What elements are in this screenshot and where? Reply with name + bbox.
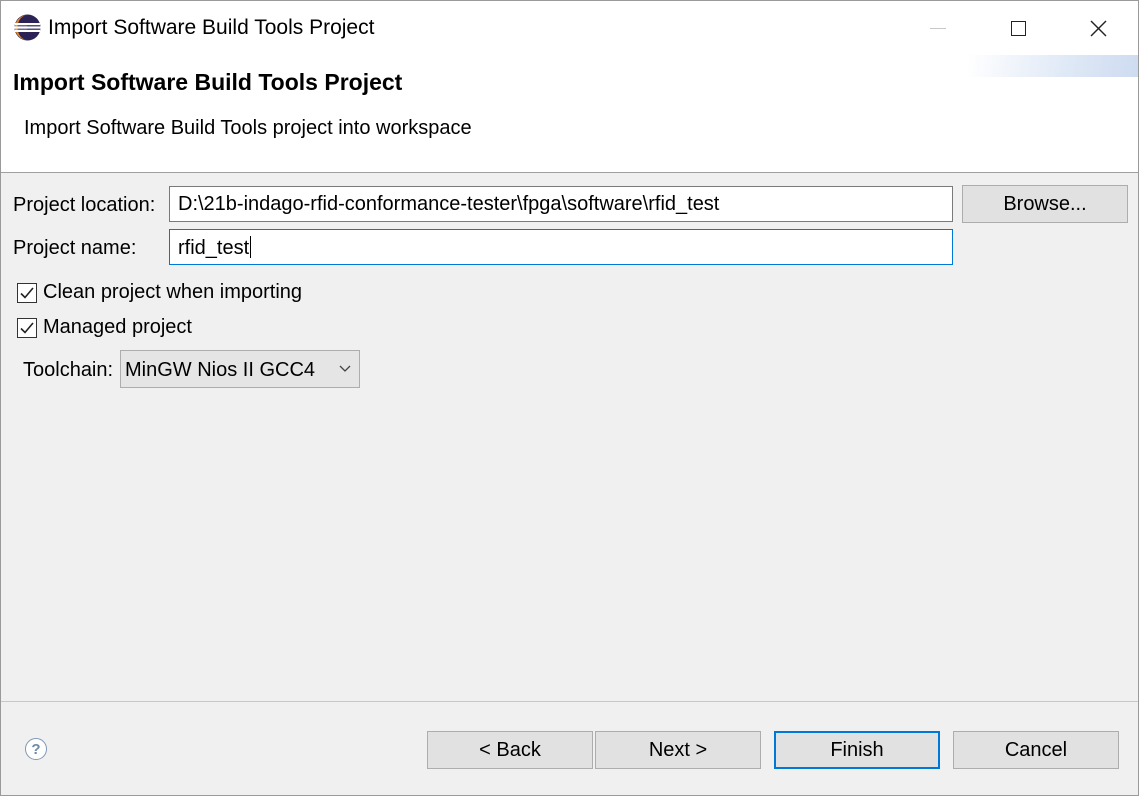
text-caret (250, 236, 252, 258)
wizard-header: Import Software Build Tools Project Impo… (1, 55, 1138, 173)
managed-project-label: Managed project (43, 316, 192, 338)
checkmark-icon (20, 286, 34, 299)
finish-button[interactable]: Finish (774, 731, 940, 769)
help-icon[interactable]: ? (25, 738, 47, 760)
project-name-input[interactable]: rfid_test (169, 229, 953, 265)
close-icon (1090, 20, 1106, 36)
next-button[interactable]: Next > (595, 731, 761, 769)
project-name-value: rfid_test (178, 237, 250, 259)
browse-button-label: Browse... (1003, 192, 1087, 215)
clean-project-checkbox-row[interactable]: Clean project when importing (17, 281, 302, 304)
project-name-label: Project name: (13, 237, 137, 259)
finish-button-label: Finish (830, 738, 884, 761)
maximize-icon (1010, 20, 1026, 36)
browse-button[interactable]: Browse... (962, 185, 1128, 223)
checkmark-icon (20, 321, 34, 334)
project-location-label: Project location: (13, 194, 156, 216)
maximize-button[interactable] (978, 1, 1058, 55)
eclipse-icon (14, 14, 41, 41)
toolchain-label: Toolchain: (23, 359, 114, 381)
page-description: Import Software Build Tools project into… (24, 117, 472, 139)
import-dialog: Import Software Build Tools Project Impo… (0, 0, 1139, 796)
toolchain-selected-value: MinGW Nios II GCC4 (125, 359, 316, 381)
close-button[interactable] (1058, 1, 1138, 55)
managed-project-checkbox-row[interactable]: Managed project (17, 316, 192, 339)
clean-project-label: Clean project when importing (43, 281, 303, 303)
back-button-label: < Back (479, 738, 541, 761)
clean-project-checkbox[interactable] (17, 282, 37, 303)
toolchain-select[interactable]: MinGW Nios II GCC4 (120, 350, 360, 388)
header-banner-image (968, 55, 1138, 77)
next-button-label: Next > (648, 738, 708, 761)
page-title: Import Software Build Tools Project (13, 69, 403, 95)
footer-separator (1, 701, 1138, 702)
project-location-input[interactable]: D:\21b-indago-rfid-conformance-tester\fp… (169, 186, 953, 222)
project-location-value: D:\21b-indago-rfid-conformance-tester\fp… (178, 193, 720, 215)
cancel-button[interactable]: Cancel (953, 731, 1119, 769)
cancel-button-label: Cancel (1004, 738, 1068, 761)
window-title: Import Software Build Tools Project (48, 16, 375, 39)
minimize-button[interactable] (898, 1, 978, 55)
title-bar[interactable]: Import Software Build Tools Project (1, 1, 1138, 55)
minimize-icon (930, 27, 946, 29)
managed-project-checkbox[interactable] (17, 317, 37, 338)
chevron-down-icon (339, 365, 351, 372)
back-button[interactable]: < Back (427, 731, 593, 769)
help-icon-glyph: ? (31, 740, 41, 758)
